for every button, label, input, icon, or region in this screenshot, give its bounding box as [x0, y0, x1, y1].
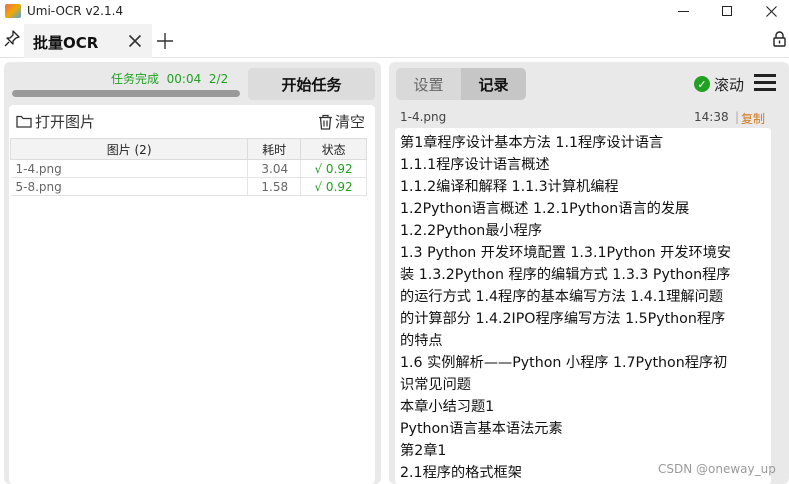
ocr-line: 装 1.3.2Python 程序的编辑方式 1.3.3 Python程序	[400, 267, 731, 283]
tab-records[interactable]: 记录	[461, 68, 526, 100]
maximize-icon	[722, 6, 732, 16]
task-progress-fill	[12, 90, 240, 97]
record-separator: |	[735, 110, 740, 124]
task-elapsed: 00:04	[166, 72, 202, 86]
ocr-line: 1.1.2编译和解释 1.1.3计算机编程	[400, 179, 619, 195]
maximize-button[interactable]	[706, 0, 748, 22]
tab-settings[interactable]: 设置	[396, 68, 461, 100]
add-tab-icon[interactable]	[157, 25, 173, 55]
table-row[interactable]: 5-8.png 1.58 √ 0.92	[10, 177, 367, 196]
ocr-result-text[interactable]: 第1章程序设计基本方法 1.1程序设计语言 1.1.1程序设计语言概述 1.1.2编…	[395, 128, 771, 484]
file-state: √ 0.92	[300, 177, 367, 196]
file-name: 1-4.png	[10, 159, 249, 178]
close-icon	[765, 5, 777, 17]
clear-label: 清空	[335, 113, 366, 131]
ocr-line: 1.3 Python 开发环境配置 1.3.1Python 开发环境安	[400, 245, 732, 261]
column-header-state[interactable]: 状态	[300, 138, 367, 160]
ocr-line: 识常见问题	[400, 377, 471, 393]
ocr-line: Python语言基本语法元素	[400, 421, 563, 437]
record-timestamp: 14:38	[694, 110, 729, 124]
app-logo-icon	[5, 4, 21, 18]
task-count: 2/2	[208, 72, 229, 86]
scroll-check-icon[interactable]: ✓	[694, 76, 710, 92]
column-header-time[interactable]: 耗时	[247, 138, 302, 160]
tab-label: 批量OCR	[33, 34, 99, 52]
copy-link[interactable]: 复制	[741, 110, 765, 127]
task-progress-bar	[12, 90, 240, 97]
file-state: √ 0.92	[300, 159, 367, 178]
ocr-line: 的运行方式 1.4程序的基本编写方法 1.4.1理解问题	[400, 289, 724, 305]
open-images-label: 打开图片	[35, 113, 96, 131]
task-status-text: 任务完成	[111, 72, 160, 86]
pin-icon[interactable]	[4, 30, 20, 48]
ocr-line: 1.1.1程序设计语言概述	[400, 157, 550, 173]
record-file-name: 1-4.png	[400, 110, 447, 124]
open-images-button[interactable]: 打开图片	[16, 111, 95, 132]
trash-icon	[319, 114, 332, 130]
ocr-line: 1.6 实例解析——Python 小程序 1.7Python程序初	[400, 355, 728, 371]
ocr-line: 1.2Python语言概述 1.2.1Python语言的发展	[400, 201, 690, 217]
tab-batch-ocr[interactable]: 批量OCR	[24, 24, 152, 58]
task-status: 任务完成 00:04 2/2	[111, 70, 228, 87]
title-bar: Umi-OCR v2.1.4	[0, 0, 789, 22]
minimize-button[interactable]	[662, 0, 704, 22]
panel-switcher: 设置 记录	[396, 68, 526, 100]
close-window-button[interactable]	[750, 0, 789, 22]
ocr-line: 第2章1	[400, 443, 447, 459]
table-header-row: 图片 (2) 耗时 状态	[9, 138, 367, 160]
file-table: 图片 (2) 耗时 状态 1-4.png 3.04 √ 0.92 5-8.png…	[9, 138, 367, 196]
tab-close-icon[interactable]	[128, 29, 142, 53]
table-row[interactable]: 1-4.png 3.04 √ 0.92	[10, 159, 367, 178]
window-title: Umi-OCR v2.1.4	[27, 4, 124, 18]
scroll-toggle-label[interactable]: 滚动	[714, 74, 744, 95]
lock-icon[interactable]	[773, 31, 786, 47]
ocr-line: 的计算部分 1.4.2IPO程序编写方法 1.5Python程序	[400, 311, 726, 327]
file-name: 5-8.png	[10, 177, 249, 196]
tab-bar: 批量OCR	[0, 22, 789, 58]
file-time: 1.58	[247, 177, 302, 196]
start-task-button[interactable]: 开始任务	[248, 68, 375, 100]
folder-icon	[16, 115, 32, 128]
menu-icon[interactable]	[754, 74, 776, 92]
ocr-line: 的特点	[400, 333, 443, 349]
column-header-image[interactable]: 图片 (2)	[9, 138, 249, 160]
minimize-icon	[677, 10, 689, 12]
file-time: 3.04	[247, 159, 302, 178]
ocr-line: 第1章程序设计基本方法 1.1程序设计语言	[400, 135, 664, 151]
watermark: CSDN @oneway_up	[658, 462, 776, 476]
ocr-line: 1.2.2Python最小程序	[400, 223, 543, 239]
ocr-line: 本章小结习题1	[400, 399, 495, 415]
clear-button[interactable]: 清空	[318, 111, 365, 132]
